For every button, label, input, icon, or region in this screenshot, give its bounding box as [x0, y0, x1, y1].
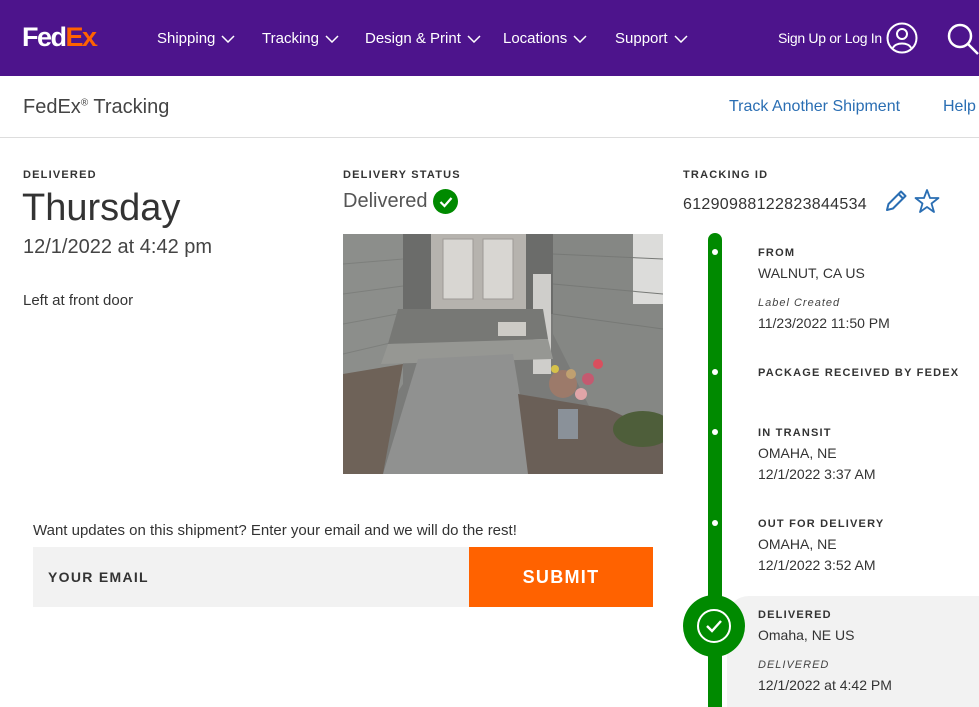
- submit-button[interactable]: SUBMIT: [469, 547, 653, 607]
- timeline-from-title: FROM: [758, 247, 796, 259]
- user-account-icon[interactable]: [886, 22, 918, 54]
- timeline-ofd-location: OMAHA, NE: [758, 536, 837, 552]
- pencil-icon[interactable]: [883, 188, 909, 214]
- timeline-transit-title: IN TRANSIT: [758, 427, 832, 439]
- timeline-label-created: Label Created: [758, 297, 841, 309]
- timeline-received-title: PACKAGE RECEIVED BY FEDEX: [758, 367, 960, 379]
- chevron-down-icon: [674, 34, 688, 43]
- chevron-down-icon: [325, 34, 339, 43]
- email-field[interactable]: [33, 547, 469, 607]
- nav-locations[interactable]: Locations: [503, 30, 587, 47]
- delivery-location-note: Left at front door: [23, 292, 134, 309]
- timeline-ofd-title: OUT FOR DELIVERY: [758, 518, 885, 530]
- track-another-shipment-link[interactable]: Track Another Shipment: [729, 98, 900, 116]
- top-navigation: FedEx. Shipping Tracking Design & Print …: [0, 0, 979, 76]
- page-title: FedEx® Tracking: [23, 96, 170, 118]
- nav-shipping-label: Shipping: [157, 30, 216, 47]
- nav-tracking-label: Tracking: [262, 30, 319, 47]
- proof-of-delivery-photo[interactable]: [343, 234, 663, 474]
- timeline-dot: [712, 520, 718, 526]
- timeline-delivered-sub: DELIVERED: [758, 659, 830, 671]
- timeline-transit-time: 12/1/2022 3:37 AM: [758, 466, 876, 482]
- timeline-dot: [712, 369, 718, 375]
- chevron-down-icon: [467, 34, 481, 43]
- delivery-status-value: Delivered: [343, 190, 428, 212]
- star-icon[interactable]: [914, 188, 940, 214]
- delivered-label: DELIVERED: [23, 169, 97, 181]
- delivered-check-icon: [683, 595, 745, 657]
- nav-design-print-label: Design & Print: [365, 30, 461, 47]
- email-updates-prompt: Want updates on this shipment? Enter you…: [33, 522, 517, 539]
- nav-support[interactable]: Support: [615, 30, 688, 47]
- delivery-day: Thursday: [22, 187, 181, 229]
- timeline-delivered-title: DELIVERED: [758, 609, 832, 621]
- nav-locations-label: Locations: [503, 30, 568, 47]
- sign-in-link[interactable]: Sign Up or Log In: [778, 30, 882, 46]
- tracking-id-label: TRACKING ID: [683, 169, 769, 181]
- delivery-status-label: DELIVERY STATUS: [343, 169, 461, 181]
- timeline-dot: [712, 249, 718, 255]
- chevron-down-icon: [573, 34, 587, 43]
- delivery-status: Delivered: [343, 189, 459, 214]
- timeline-delivered-time: 12/1/2022 at 4:42 PM: [758, 677, 892, 693]
- nav-design-print[interactable]: Design & Print: [365, 30, 481, 47]
- help-link[interactable]: Help: [943, 98, 976, 116]
- timeline-label-created-time: 11/23/2022 11:50 PM: [758, 315, 890, 331]
- timeline-from-location: WALNUT, CA US: [758, 265, 865, 281]
- timeline-dot: [712, 429, 718, 435]
- fedex-logo[interactable]: FedEx.: [22, 22, 98, 53]
- timeline-transit-location: OMAHA, NE: [758, 445, 837, 461]
- search-icon[interactable]: [946, 22, 979, 55]
- nav-support-label: Support: [615, 30, 668, 47]
- chevron-down-icon: [221, 34, 235, 43]
- nav-tracking[interactable]: Tracking: [262, 30, 339, 47]
- check-circle-icon: [433, 189, 459, 214]
- tracking-id: 61290988122823844534: [683, 196, 867, 213]
- delivery-datetime: 12/1/2022 at 4:42 pm: [23, 236, 213, 258]
- timeline-delivered-location: Omaha, NE US: [758, 627, 855, 643]
- nav-shipping[interactable]: Shipping: [157, 30, 235, 47]
- tracking-subheader: FedEx® Tracking Track Another Shipment H…: [0, 76, 979, 138]
- timeline-ofd-time: 12/1/2022 3:52 AM: [758, 557, 876, 573]
